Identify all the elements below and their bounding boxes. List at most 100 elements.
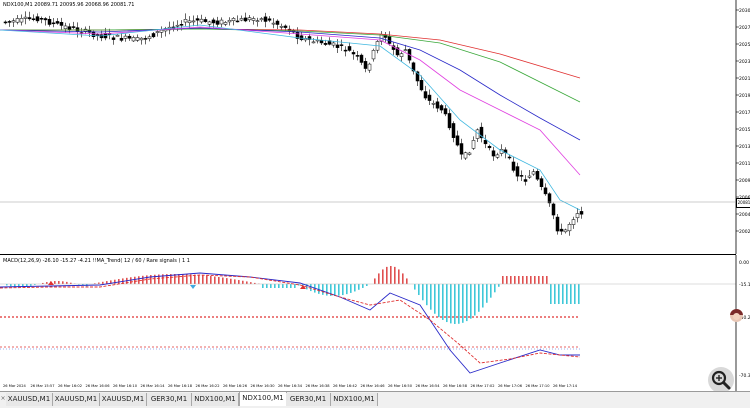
macd-histogram-bar xyxy=(178,274,180,284)
candle-body xyxy=(492,151,495,156)
macd-histogram-bar xyxy=(238,280,240,284)
candle-body xyxy=(132,37,135,41)
candle-body xyxy=(268,19,271,21)
macd-histogram-bar xyxy=(490,284,492,298)
candle-body xyxy=(532,172,535,174)
macd-histogram-bar xyxy=(554,284,556,304)
candle-body xyxy=(428,95,431,101)
time-axis-label: 26 Mar 16:46 xyxy=(361,384,386,388)
candle-body xyxy=(440,105,443,110)
candle-body xyxy=(284,26,287,28)
macd-histogram-bar xyxy=(406,278,408,284)
macd-histogram-bar xyxy=(494,284,496,292)
avatar-icon[interactable] xyxy=(730,309,743,322)
candle-body xyxy=(436,102,439,108)
macd-indicator-pane[interactable]: 0.00-15.10-50.22-70.30 26 Mar 202426 Mar… xyxy=(0,255,750,391)
zoom-button[interactable] xyxy=(708,367,734,393)
macd-histogram-bar xyxy=(530,276,532,284)
price-chart-pane[interactable]: 2030020279202582023720216201952017420153… xyxy=(0,0,750,254)
macd-histogram-bar xyxy=(378,273,380,284)
macd-histogram-bar xyxy=(426,284,428,305)
tab-ger30-1[interactable]: GER30,M1 xyxy=(147,393,192,406)
tab-ndx100-1[interactable]: NDX100,M1 xyxy=(192,393,239,406)
candle-body xyxy=(420,80,423,90)
price-axis-label: 20027 xyxy=(739,229,750,235)
tab-xauusd-2[interactable]: XAUUSD,M1 xyxy=(53,393,100,406)
candle-body xyxy=(56,21,59,23)
macd-histogram-bar xyxy=(374,278,376,284)
macd-histogram-bar xyxy=(438,284,440,317)
macd-histogram-bar xyxy=(470,284,472,319)
candle-body xyxy=(348,46,351,50)
macd-histogram-bar xyxy=(338,284,340,296)
candle-body xyxy=(488,146,491,148)
macd-indicator-svg: 0.00-15.10-50.22-70.30 26 Mar 202426 Mar… xyxy=(0,255,750,391)
candle-body xyxy=(556,217,559,231)
macd-histogram-bar xyxy=(326,284,328,296)
tab-xauusd-1[interactable]: XAUUSD,M1 xyxy=(6,393,53,406)
candle-body xyxy=(144,38,147,39)
candle-body xyxy=(360,55,363,62)
macd-histogram-bar xyxy=(282,284,284,288)
candle-body xyxy=(176,25,179,26)
candle-body xyxy=(452,123,455,137)
macd-histogram-bar xyxy=(474,284,476,316)
indicator-info-label: MACD(12,26,9) -26.10 -15.27 -4.21 !!MA_T… xyxy=(3,258,190,264)
macd-histogram-bar xyxy=(518,276,520,284)
tab-ger30-2[interactable]: GER30,M1 xyxy=(286,393,331,406)
macd-histogram xyxy=(6,266,580,324)
time-axis-label: 26 Mar 16:38 xyxy=(306,384,331,388)
time-axis-label: 26 Mar 16:06 xyxy=(86,384,111,388)
macd-histogram-bar xyxy=(458,284,460,324)
macd-histogram-bar xyxy=(390,266,392,284)
macd-histogram-bar xyxy=(262,284,264,288)
candle-body xyxy=(468,153,471,154)
macd-histogram-bar xyxy=(398,269,400,284)
tab-ndx100-2[interactable]: NDX100,M1 xyxy=(331,393,378,406)
macd-histogram-bar xyxy=(62,281,64,284)
macd-histogram-bar xyxy=(478,284,480,312)
candle-body xyxy=(320,40,323,42)
macd-histogram-bar xyxy=(294,284,296,288)
candle-body xyxy=(484,140,487,144)
candle-body xyxy=(188,21,191,23)
macd-histogram-bar xyxy=(286,284,288,288)
macd-histogram-bar xyxy=(546,276,548,284)
macd-histogram-bar xyxy=(266,284,268,288)
candle-body xyxy=(40,18,43,19)
macd-histogram-bar xyxy=(402,273,404,284)
macd-histogram-bar xyxy=(578,284,580,304)
candle-body xyxy=(580,211,583,214)
macd-histogram-bar xyxy=(442,284,444,320)
macd-histogram-bar xyxy=(538,276,540,284)
candle-body xyxy=(20,18,23,22)
macd-histogram-bar xyxy=(574,284,576,304)
time-axis-label: 26 Mar 2024 xyxy=(3,384,26,388)
macd-histogram-bar xyxy=(182,274,184,284)
price-axis-label: 20237 xyxy=(739,59,750,65)
candle-body xyxy=(252,18,255,20)
macd-histogram-bar xyxy=(198,275,200,284)
macd-histogram-bar xyxy=(334,284,336,296)
candle-body xyxy=(140,38,143,40)
macd-histogram-bar xyxy=(418,284,420,295)
tab-xauusd-3[interactable]: XAUUSD,M1 xyxy=(100,393,147,406)
time-axis-label: 26 Mar 17:10 xyxy=(526,384,551,388)
current-price-box: 20081 xyxy=(736,198,750,208)
price-axis-label: 20048 xyxy=(739,212,750,218)
candle-body xyxy=(564,230,567,232)
macd-histogram-bar xyxy=(214,276,216,284)
candle-body xyxy=(400,54,403,57)
candle-body xyxy=(368,64,371,70)
candle-body xyxy=(8,21,11,22)
macd-histogram-bar xyxy=(482,284,484,308)
macd-histogram-bar xyxy=(130,277,132,284)
time-axis-label: 26 Mar 16:30 xyxy=(251,384,276,388)
candle-body xyxy=(560,229,563,231)
macd-histogram-bar xyxy=(278,284,280,288)
macd-histogram-bar xyxy=(466,284,468,321)
macd-histogram-bar xyxy=(206,276,208,284)
candle-body xyxy=(72,27,75,28)
price-axis-label: 20111 xyxy=(739,161,750,167)
tab-ndx100-active[interactable]: NDX100,M1 xyxy=(239,392,287,406)
